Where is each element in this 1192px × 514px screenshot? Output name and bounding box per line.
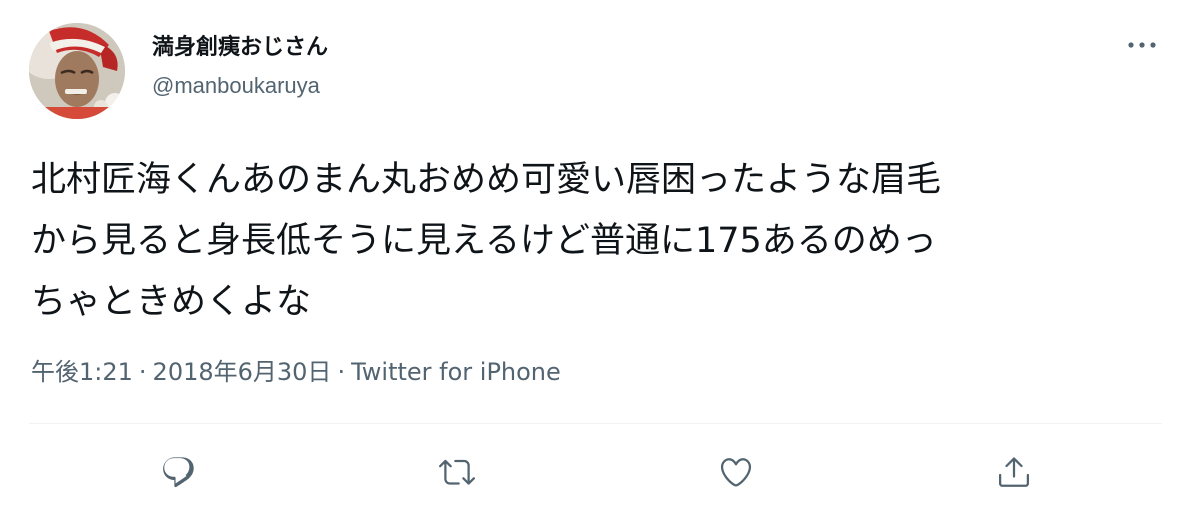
retweet-button[interactable]	[435, 450, 479, 494]
tweet-meta: 午後1:21 · 2018年6月30日 · Twitter for iPhone	[31, 356, 561, 388]
tweet-text: 北村匠海くんあのまん丸おめめ可愛い唇困ったような眉毛 から見ると身長低そうに見え…	[31, 160, 942, 322]
like-button[interactable]	[714, 450, 758, 494]
user-handle[interactable]: @manboukaruya	[152, 72, 328, 100]
tweet-time[interactable]: 午後1:21	[31, 358, 133, 386]
share-icon	[999, 457, 1029, 487]
meta-separator: ·	[138, 358, 147, 386]
share-button[interactable]	[992, 450, 1036, 494]
more-icon	[1128, 42, 1156, 48]
author-block: 満身創痍おじさん @manboukaruya	[152, 34, 328, 100]
tweet-source[interactable]: Twitter for iPhone	[351, 358, 561, 386]
display-name[interactable]: 満身創痍おじさん	[152, 34, 328, 62]
user-avatar[interactable]	[29, 23, 125, 119]
divider	[29, 423, 1162, 424]
retweet-icon	[439, 459, 475, 485]
avatar-image	[29, 23, 125, 119]
tweet-card: 満身創痍おじさん @manboukaruya 北村匠海くんあのまん丸おめめ可愛い…	[0, 0, 1192, 514]
more-options-button[interactable]	[1122, 30, 1162, 60]
heart-icon	[720, 458, 752, 487]
meta-separator: ·	[337, 358, 346, 386]
tweet-date[interactable]: 2018年6月30日	[153, 358, 332, 386]
reply-button[interactable]	[156, 450, 200, 494]
reply-icon	[163, 457, 194, 488]
action-bar	[0, 450, 1192, 494]
